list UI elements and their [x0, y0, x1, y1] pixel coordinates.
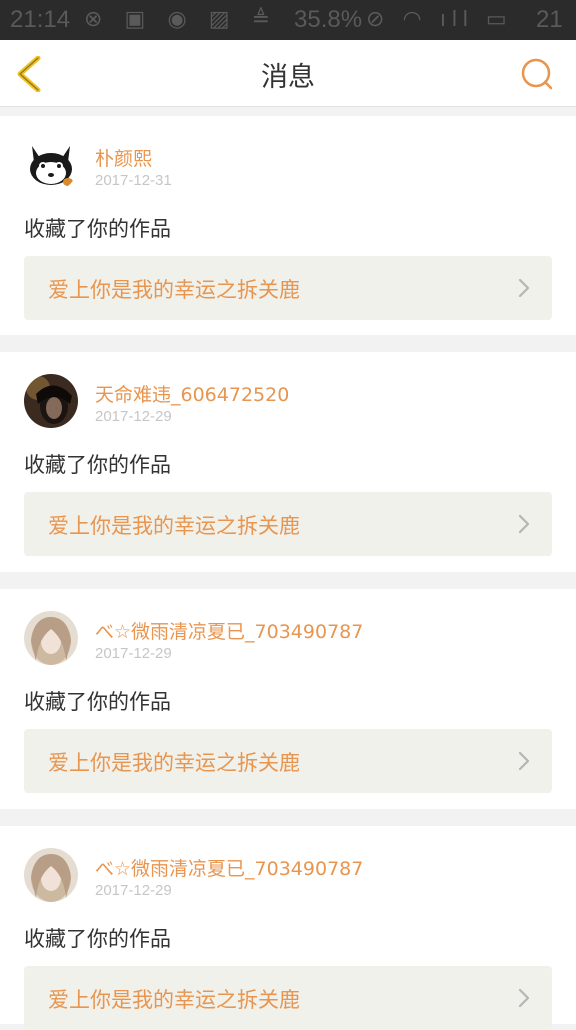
username[interactable]: べ☆微雨清凉夏已_703490787 — [95, 854, 363, 881]
username[interactable]: べ☆微雨清凉夏已_703490787 — [95, 617, 363, 644]
chevron-right-icon — [518, 988, 530, 1008]
username[interactable]: 天命难违_606472520 — [95, 380, 289, 407]
status-bar: 21:14 ⊗ ▣ ◉ ▨ ≜ 35.8% ⊘ ◠ ıll ▭ 21 — [0, 0, 576, 40]
page-title: 消息 — [261, 62, 315, 93]
work-link[interactable]: 爱上你是我的幸运之拆关鹿 — [24, 966, 552, 1030]
girl-portrait-avatar-icon — [24, 848, 78, 902]
work-link[interactable]: 爱上你是我的幸运之拆关鹿 — [24, 729, 552, 793]
chevron-right-icon — [518, 278, 530, 298]
work-title: 爱上你是我的幸运之拆关鹿 — [48, 514, 300, 538]
message-action: 收藏了你的作品 — [24, 453, 171, 477]
avatar[interactable] — [24, 611, 78, 665]
message-card: 朴颜熙 2017-12-31 收藏了你的作品 爱上你是我的幸运之拆关鹿 — [0, 116, 576, 335]
message-card: べ☆微雨清凉夏已_703490787 2017-12-29 收藏了你的作品 爱上… — [0, 589, 576, 809]
dark-portrait-avatar-icon — [24, 374, 78, 428]
avatar[interactable] — [24, 138, 78, 192]
signal-icons: ⊘ ◠ ıll ▭ — [366, 6, 513, 31]
avatar[interactable] — [24, 848, 78, 902]
work-title: 爱上你是我的幸运之拆关鹿 — [48, 278, 300, 302]
search-icon — [521, 58, 553, 90]
work-link[interactable]: 爱上你是我的幸运之拆关鹿 — [24, 256, 552, 320]
cat-avatar-icon — [24, 138, 78, 192]
message-date: 2017-12-29 — [95, 882, 172, 899]
message-date: 2017-12-31 — [95, 172, 172, 189]
avatar[interactable] — [24, 374, 78, 428]
message-card: 天命难违_606472520 2017-12-29 收藏了你的作品 爱上你是我的… — [0, 352, 576, 572]
message-action: 收藏了你的作品 — [24, 927, 171, 951]
work-title: 爱上你是我的幸运之拆关鹿 — [48, 988, 300, 1012]
message-action: 收藏了你的作品 — [24, 217, 171, 241]
message-action: 收藏了你的作品 — [24, 690, 171, 714]
status-time-right: 21 — [536, 6, 563, 33]
message-card: べ☆微雨清凉夏已_703490787 2017-12-29 收藏了你的作品 爱上… — [0, 826, 576, 1030]
work-link[interactable]: 爱上你是我的幸运之拆关鹿 — [24, 492, 552, 556]
status-time: 21:14 — [10, 6, 71, 33]
chevron-right-icon — [518, 751, 530, 771]
message-date: 2017-12-29 — [95, 408, 172, 425]
search-button[interactable] — [520, 57, 554, 91]
app-header: 消息 — [0, 40, 576, 107]
notification-icons: ⊗ ▣ ◉ ▨ ≜ — [84, 6, 279, 31]
message-date: 2017-12-29 — [95, 645, 172, 662]
chevron-right-icon — [518, 514, 530, 534]
username[interactable]: 朴颜熙 — [95, 144, 152, 171]
work-title: 爱上你是我的幸运之拆关鹿 — [48, 751, 300, 775]
battery-percent: 35.8% — [294, 6, 363, 33]
girl-portrait-avatar-icon — [24, 611, 78, 665]
